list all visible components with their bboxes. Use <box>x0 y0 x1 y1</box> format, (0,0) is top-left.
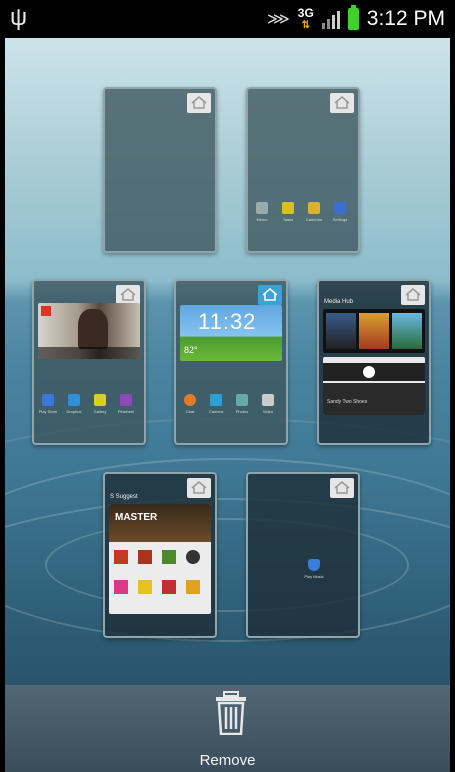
app-label: Play Music <box>304 574 324 579</box>
remove-label: Remove <box>199 752 256 769</box>
flipboard-widget[interactable] <box>38 303 140 359</box>
app-label: Dropbox <box>66 409 82 414</box>
dropbox-icon <box>68 394 80 406</box>
3g-icon: 3G ⇅ <box>297 5 314 31</box>
play-icon <box>42 394 54 406</box>
usb-icon: ψ <box>10 4 28 31</box>
chat-icon <box>184 394 196 406</box>
app-label: Settings <box>332 217 348 222</box>
tasks-icon <box>282 202 294 214</box>
homescreen-thumb-3[interactable]: Play Store Dropbox Gallery Pinwheel <box>32 279 146 445</box>
signal-bars-icon <box>321 9 340 29</box>
homescreen-thumb-1[interactable] <box>103 87 217 253</box>
gallery-icon <box>94 394 106 406</box>
homescreen-thumb-5[interactable]: Media Hub Sandy Two Shoes <box>317 279 431 445</box>
pinwheel-icon <box>120 394 132 406</box>
media-hub-title: Media Hub <box>324 299 354 305</box>
media-hub-widget[interactable] <box>323 309 425 353</box>
app-label: Chat <box>185 409 195 414</box>
app-label: Camera <box>208 409 224 414</box>
s-suggest-title: S Suggest <box>110 494 138 500</box>
app-label: Gallery <box>93 409 107 414</box>
camera-icon <box>210 394 222 406</box>
photos-icon <box>236 394 248 406</box>
app-label: Video <box>262 409 274 414</box>
homescreen-thumb-7[interactable]: Play Music <box>246 472 360 638</box>
app-label: Tasks <box>282 217 294 222</box>
music-player-widget[interactable]: Sandy Two Shoes <box>323 357 425 415</box>
home-icon[interactable] <box>187 478 211 498</box>
clock-time: 11:32 <box>198 309 257 334</box>
clip-icon <box>256 202 268 214</box>
homescreen-thumb-6[interactable]: S Suggest MASTER <box>103 472 217 638</box>
battery-icon <box>347 5 359 30</box>
track-title: Sandy Two Shoes <box>327 399 368 405</box>
s-suggest-widget[interactable]: MASTER <box>109 504 211 614</box>
trash-icon[interactable] <box>214 691 248 740</box>
app-label: Pinwheel <box>117 409 135 414</box>
gear-icon <box>334 202 346 214</box>
clock-weather-widget[interactable]: 11:32 82° <box>180 305 282 361</box>
home-icon[interactable] <box>330 93 354 113</box>
status-icons: ⋙ 3G ⇅ 3:12 PM <box>267 0 445 38</box>
app-label: Photos <box>235 409 249 414</box>
piano-master-banner: MASTER <box>115 512 158 523</box>
home-icon[interactable] <box>116 285 140 305</box>
homescreen-thumb-4[interactable]: 11:32 82° Chat Camera Photos Video <box>174 279 288 445</box>
app-label: Memo <box>256 217 268 222</box>
home-icon[interactable] <box>258 285 282 305</box>
home-icon[interactable] <box>330 478 354 498</box>
homescreen-thumb-2[interactable]: Memo Tasks Calendar Settings <box>246 87 360 253</box>
shield-icon <box>308 559 320 571</box>
home-icon[interactable] <box>187 93 211 113</box>
app-label: Calendar <box>305 217 323 222</box>
calendar-icon <box>308 202 320 214</box>
app-label: Play Store <box>38 409 58 414</box>
home-icon[interactable] <box>401 285 425 305</box>
status-bar: ψ ⋙ 3G ⇅ 3:12 PM <box>0 0 455 38</box>
status-time: 3:12 PM <box>366 7 445 30</box>
video-icon <box>262 394 274 406</box>
no-signal-icon: ⋙ <box>267 11 290 28</box>
